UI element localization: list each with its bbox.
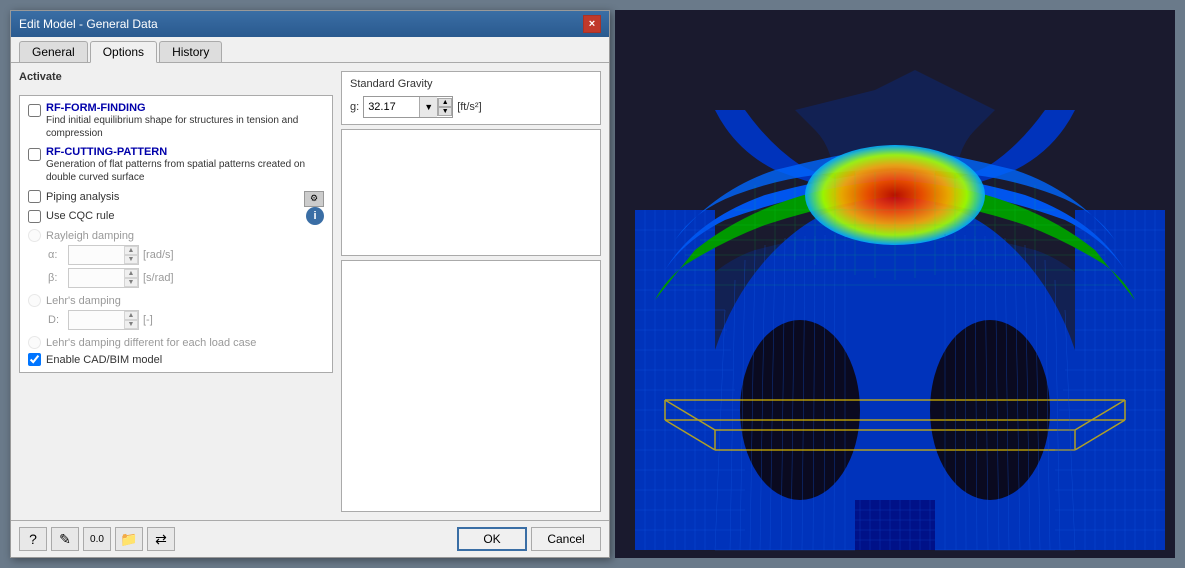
gravity-g-label: g:: [350, 101, 359, 113]
gravity-input[interactable]: [364, 97, 419, 117]
rf-form-finding-item: RF-FORM-FINDING Find initial equilibrium…: [28, 102, 324, 140]
alpha-input[interactable]: [69, 246, 124, 264]
piping-icon[interactable]: ⚙: [304, 191, 324, 207]
d-label: D:: [48, 314, 68, 326]
rf-form-finding-checkbox[interactable]: [28, 104, 41, 117]
rayleigh-radio-item: Rayleigh damping: [28, 229, 324, 242]
beta-input[interactable]: [69, 269, 124, 287]
piping-checkbox[interactable]: [28, 190, 41, 203]
cancel-button[interactable]: Cancel: [531, 527, 601, 551]
cqc-label: Use CQC rule: [46, 210, 114, 222]
close-button[interactable]: ×: [583, 15, 601, 33]
3d-model-svg: [615, 10, 1175, 558]
tab-general[interactable]: General: [19, 41, 88, 62]
cqc-row: Use CQC rule i: [28, 207, 324, 225]
gravity-group: Standard Gravity g: ▼ ▲ ▼ [ft/s²]: [341, 71, 601, 125]
gravity-down[interactable]: ▼: [438, 107, 452, 116]
tab-bar: General Options History: [11, 37, 609, 63]
lehrs-load-label: Lehr's damping different for each load c…: [46, 337, 256, 349]
alpha-up[interactable]: ▲: [124, 246, 138, 255]
gravity-row: g: ▼ ▲ ▼ [ft/s²]: [350, 96, 592, 118]
lehrs-load-radio-item: Lehr's damping different for each load c…: [28, 336, 324, 349]
dialog-footer: ? ✎ 0.0 📁 ⇄ OK Cancel: [11, 520, 609, 557]
rf-cutting-label: RF-CUTTING-PATTERN: [46, 146, 324, 158]
lehrs-radio-item: Lehr's damping: [28, 294, 324, 307]
gravity-dropdown[interactable]: ▼: [419, 97, 437, 117]
beta-up[interactable]: ▲: [124, 269, 138, 278]
edit-model-dialog: Edit Model - General Data × General Opti…: [10, 10, 610, 558]
gravity-up[interactable]: ▲: [438, 98, 452, 107]
dialog-titlebar: Edit Model - General Data ×: [11, 11, 609, 37]
help-button[interactable]: ?: [19, 527, 47, 551]
lehrs-label: Lehr's damping: [46, 295, 121, 307]
right-panel: Standard Gravity g: ▼ ▲ ▼ [ft/s²]: [341, 71, 601, 512]
alpha-row: α: ▲ ▼ [rad/s]: [48, 245, 324, 265]
enable-cad-row: Enable CAD/BIM model: [28, 353, 324, 366]
tab-history[interactable]: History: [159, 41, 222, 62]
tab-options[interactable]: Options: [90, 41, 157, 63]
left-panel: Activate RF-FORM-FINDING Find initial eq…: [19, 71, 333, 512]
info-icon[interactable]: i: [306, 207, 324, 225]
alpha-unit: [rad/s]: [143, 249, 174, 261]
activate-group: RF-FORM-FINDING Find initial equilibrium…: [19, 95, 333, 373]
d-row: D: ▲ ▼ [-]: [48, 310, 324, 330]
activate-title: Activate: [19, 71, 333, 83]
enable-cad-checkbox[interactable]: [28, 353, 41, 366]
beta-label: β:: [48, 272, 68, 284]
number-button[interactable]: 0.0: [83, 527, 111, 551]
piping-label: Piping analysis: [46, 191, 119, 203]
rf-form-finding-label: RF-FORM-FINDING: [46, 102, 324, 114]
rf-cutting-desc: Generation of flat patterns from spatial…: [46, 158, 324, 184]
alpha-label: α:: [48, 249, 68, 261]
gravity-unit: [ft/s²]: [457, 101, 481, 113]
rf-cutting-item: RF-CUTTING-PATTERN Generation of flat pa…: [28, 146, 324, 184]
dialog-title: Edit Model - General Data: [19, 17, 158, 31]
folder-button[interactable]: 📁: [115, 527, 143, 551]
rayleigh-group: Rayleigh damping α: ▲ ▼ [rad/: [28, 229, 324, 288]
piping-row: Piping analysis ⚙: [28, 190, 324, 207]
edit-button[interactable]: ✎: [51, 527, 79, 551]
d-down[interactable]: ▼: [124, 320, 138, 329]
3d-view: [615, 10, 1175, 558]
gravity-title: Standard Gravity: [350, 78, 592, 90]
beta-down[interactable]: ▼: [124, 278, 138, 287]
rayleigh-radio[interactable]: [28, 229, 41, 242]
d-up[interactable]: ▲: [124, 311, 138, 320]
beta-row: β: ▲ ▼ [s/rad]: [48, 268, 324, 288]
lehrs-radio[interactable]: [28, 294, 41, 307]
export-button[interactable]: ⇄: [147, 527, 175, 551]
empty-box-2: [341, 260, 601, 512]
beta-unit: [s/rad]: [143, 272, 174, 284]
alpha-down[interactable]: ▼: [124, 255, 138, 264]
rayleigh-label: Rayleigh damping: [46, 230, 134, 242]
enable-cad-label: Enable CAD/BIM model: [46, 354, 162, 366]
empty-box-1: [341, 129, 601, 256]
lehrs-load-radio[interactable]: [28, 336, 41, 349]
rf-form-finding-desc: Find initial equilibrium shape for struc…: [46, 114, 324, 140]
d-unit: [-]: [143, 314, 153, 326]
d-input[interactable]: [69, 311, 124, 329]
dialog-body: Activate RF-FORM-FINDING Find initial eq…: [11, 63, 609, 520]
ok-button[interactable]: OK: [457, 527, 527, 551]
rf-cutting-checkbox[interactable]: [28, 148, 41, 161]
cqc-checkbox[interactable]: [28, 210, 41, 223]
